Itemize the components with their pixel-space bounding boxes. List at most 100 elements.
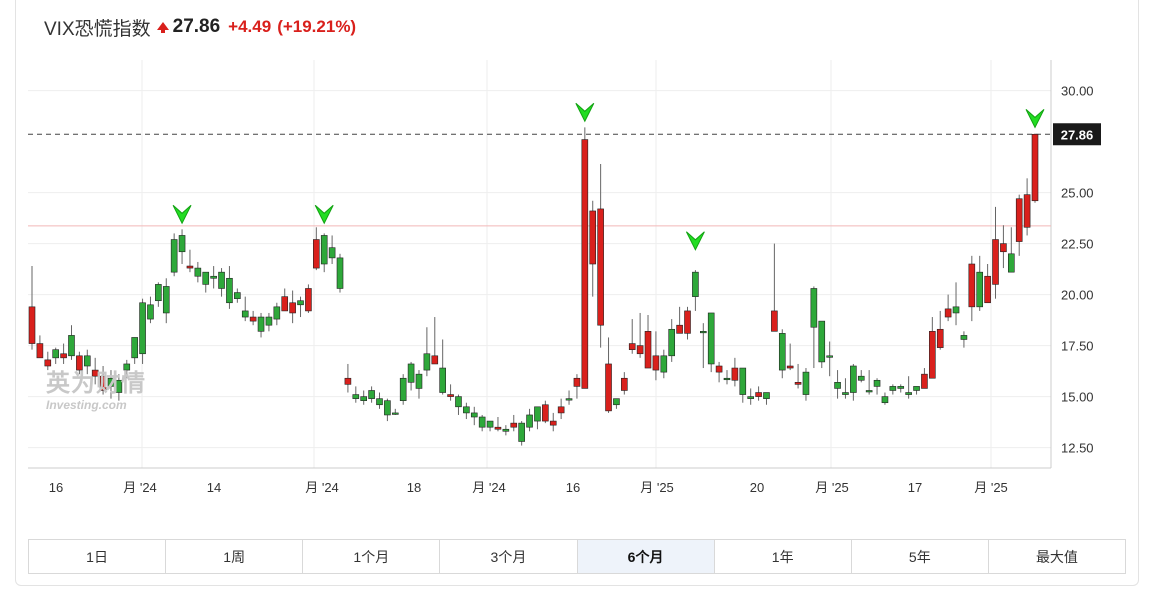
- candle-body: [897, 386, 905, 389]
- candle-body: [273, 306, 281, 320]
- candle-body: [850, 365, 857, 393]
- candle-body: [778, 333, 786, 371]
- candle-body: [992, 239, 999, 285]
- candle-body: [581, 139, 589, 389]
- candle-body: [162, 286, 170, 314]
- candle-body: [873, 379, 881, 387]
- range-button-5[interactable]: 6个月: [577, 540, 715, 573]
- candle-body: [1023, 194, 1031, 228]
- x-tick-label: 20: [750, 480, 764, 495]
- candle-body: [170, 239, 178, 273]
- candle-body: [76, 355, 83, 371]
- peak-marker-arrow-icon: [172, 204, 192, 225]
- x-tick-label: 16: [566, 480, 580, 495]
- current-price-label: 27.86: [1061, 127, 1094, 142]
- range-button-7[interactable]: 5年: [852, 540, 989, 573]
- candle-body: [526, 414, 533, 428]
- range-button-3[interactable]: 1个月: [303, 540, 441, 573]
- candle-body: [502, 428, 510, 432]
- candle-body: [644, 331, 652, 369]
- candle-body: [352, 394, 360, 399]
- candle-body: [486, 420, 494, 428]
- candle-body: [628, 343, 636, 350]
- candle-body: [960, 335, 968, 340]
- candle-body: [810, 288, 818, 328]
- candle-body: [297, 300, 304, 306]
- candle-body: [692, 271, 699, 297]
- x-tick-label: 16: [49, 480, 63, 495]
- candle-body: [652, 355, 660, 371]
- candle-body: [636, 345, 644, 355]
- y-tick-label: 17.50: [1061, 339, 1094, 354]
- candle-body: [676, 324, 683, 334]
- candle-body: [257, 316, 265, 332]
- candle-body: [376, 398, 383, 406]
- x-tick-label: 月 '25: [640, 480, 674, 495]
- candle-body: [573, 377, 581, 387]
- candle-body: [826, 355, 833, 358]
- candle-body: [439, 367, 446, 393]
- candle-body: [597, 208, 604, 326]
- candle-body: [747, 396, 754, 399]
- candle-body: [1000, 243, 1007, 253]
- candle-body: [968, 263, 976, 308]
- x-tick-label: 月 '25: [974, 480, 1008, 495]
- range-button-1[interactable]: 1日: [29, 540, 167, 573]
- candle-body: [1008, 253, 1015, 273]
- candle-body: [771, 310, 778, 332]
- candle-body: [510, 422, 518, 428]
- peak-marker-arrow-icon: [685, 231, 705, 251]
- candle-body: [68, 335, 75, 357]
- candle-body: [360, 396, 368, 401]
- candle-body: [534, 406, 541, 422]
- x-tick-label: 月 '24: [472, 480, 506, 495]
- range-button-6[interactable]: 1年: [715, 540, 852, 573]
- candle-body: [202, 271, 210, 285]
- candle-body: [281, 296, 289, 312]
- candle-body: [818, 320, 826, 363]
- candlestick-chart[interactable]: 30.00 25.00 22.50 20.00 17.50 15.00 12.50 27.86…: [0, 0, 1158, 530]
- candle-body: [423, 353, 431, 371]
- candle-body: [929, 331, 936, 379]
- candle-body: [305, 288, 312, 312]
- x-tick-label: 17: [908, 480, 922, 495]
- candle-body: [447, 394, 454, 397]
- candle-body: [921, 373, 928, 389]
- range-button-2[interactable]: 1周: [166, 540, 304, 573]
- range-button-4[interactable]: 3个月: [440, 540, 578, 573]
- candle-body: [320, 235, 328, 265]
- candle-body: [699, 331, 707, 334]
- candle-body: [494, 426, 502, 430]
- candle-body: [589, 210, 597, 265]
- candle-body: [36, 343, 44, 359]
- candle-body: [344, 377, 352, 385]
- y-tick-label: 22.50: [1061, 237, 1094, 252]
- candle-body: [668, 328, 676, 357]
- candle-body: [613, 398, 620, 406]
- watermark-text: 英为财情: [46, 370, 146, 397]
- candle-body: [399, 377, 407, 401]
- candle-body: [518, 422, 525, 442]
- candle-body: [463, 406, 470, 414]
- candle-body: [210, 275, 217, 279]
- x-tick-label: 月 '24: [123, 480, 157, 495]
- candle-body: [194, 267, 202, 277]
- x-tick-label: 月 '25: [815, 480, 849, 495]
- candle-body: [60, 353, 67, 359]
- candle-body: [936, 328, 944, 348]
- candle-body: [28, 306, 36, 344]
- candle-body: [147, 304, 154, 320]
- candle-body: [755, 392, 762, 397]
- y-tick-label: 15.00: [1061, 390, 1094, 405]
- candle-body: [186, 265, 194, 269]
- range-button-8[interactable]: 最大值: [989, 540, 1125, 573]
- y-tick-label: 20.00: [1061, 288, 1094, 303]
- candle-body: [952, 306, 960, 314]
- watermark-logo: 英为财情 Investing.com: [46, 370, 146, 413]
- time-range-selector: 1日 1周 1个月 3个月 6个月 1年 5年 最大值: [28, 539, 1126, 574]
- peak-marker-arrow-icon: [1025, 109, 1045, 129]
- candle-body: [44, 359, 52, 367]
- candle-body: [131, 337, 138, 359]
- y-tick-label: 12.50: [1061, 441, 1094, 456]
- candle-body: [834, 382, 841, 389]
